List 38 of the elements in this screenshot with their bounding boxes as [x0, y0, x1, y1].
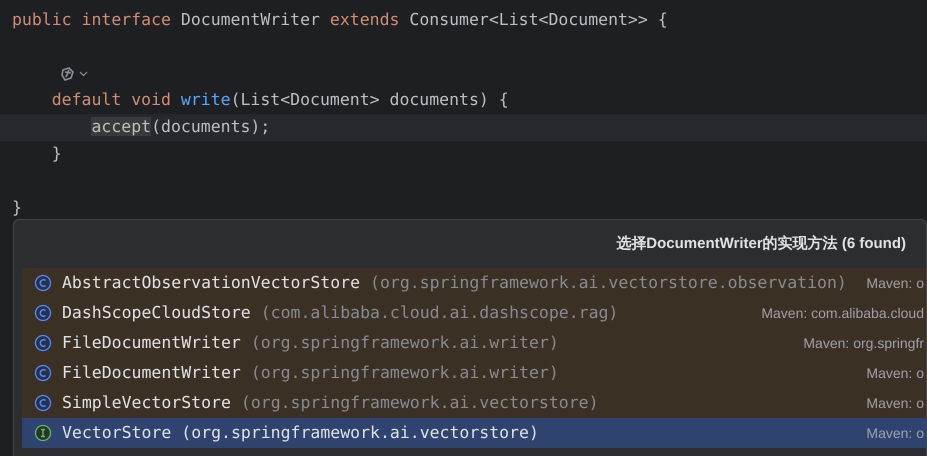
- class-name: AbstractObservationVectorStore: [62, 272, 360, 294]
- interface-icon: [34, 424, 52, 442]
- implementation-item[interactable]: FileDocumentWriter (org.springframework.ai.writer) Maven: o: [22, 358, 926, 388]
- package-name: (org.springframework.ai.vectorstore): [181, 422, 539, 444]
- code-line: default void write(List<Document> documents) {: [50, 89, 509, 112]
- chevron-down-icon[interactable]: [79, 70, 88, 77]
- package-name: (org.springframework.ai.vectorstore): [240, 392, 599, 414]
- source-label: Maven: o: [866, 274, 925, 292]
- ai-assistant-icon[interactable]: [60, 66, 76, 82]
- class-name: DashScopeCloudStore: [62, 302, 251, 324]
- class-icon: [34, 394, 52, 412]
- class-name: SimpleVectorStore: [62, 392, 231, 414]
- popup-title: 选择DocumentWriter的实现方法 (6 found): [616, 234, 906, 254]
- package-name: (org.springframework.ai.writer): [250, 332, 559, 354]
- class-name: FileDocumentWriter: [62, 332, 241, 354]
- class-name: VectorStore: [62, 422, 172, 444]
- implementation-item[interactable]: DashScopeCloudStore (com.alibaba.cloud.ai.dashscope.rag) Maven: com.alibaba.cloud: [22, 298, 926, 328]
- class-icon: [34, 364, 52, 382]
- class-icon: [34, 274, 52, 292]
- code-line: accept(documents);: [90, 116, 270, 138]
- source-label: Maven: o: [866, 424, 925, 442]
- code-line: }: [50, 143, 62, 165]
- source-label: Maven: o: [866, 364, 925, 382]
- class-icon: [34, 304, 52, 322]
- source-label: Maven: org.springfr: [803, 334, 925, 353]
- code-line: }: [12, 196, 22, 219]
- package-name: (org.springframework.ai.writer): [250, 362, 559, 384]
- source-label: Maven: o: [866, 394, 925, 412]
- implementation-item[interactable]: AbstractObservationVectorStore (org.springframework.ai.vectorstore.observation) Maven: o: [22, 268, 926, 298]
- implementation-item[interactable]: SimpleVectorStore (org.springframework.ai.vectorstore) Maven: o: [22, 388, 926, 418]
- implementation-item[interactable]: VectorStore (org.springframework.ai.vectorstore) Maven: o: [22, 418, 926, 448]
- source-label: Maven: com.alibaba.cloud: [761, 304, 925, 322]
- class-icon: [34, 334, 52, 352]
- code-line: public interface DocumentWriter extends Consumer<List<Document>> {: [12, 9, 668, 32]
- package-name: (com.alibaba.cloud.ai.dashscope.rag): [260, 302, 618, 324]
- class-name: FileDocumentWriter: [62, 362, 241, 384]
- package-name: (org.springframework.ai.vectorstore.observation): [370, 272, 847, 294]
- implementation-item[interactable]: FileDocumentWriter (org.springframework.ai.writer) Maven: org.springfr: [22, 328, 926, 358]
